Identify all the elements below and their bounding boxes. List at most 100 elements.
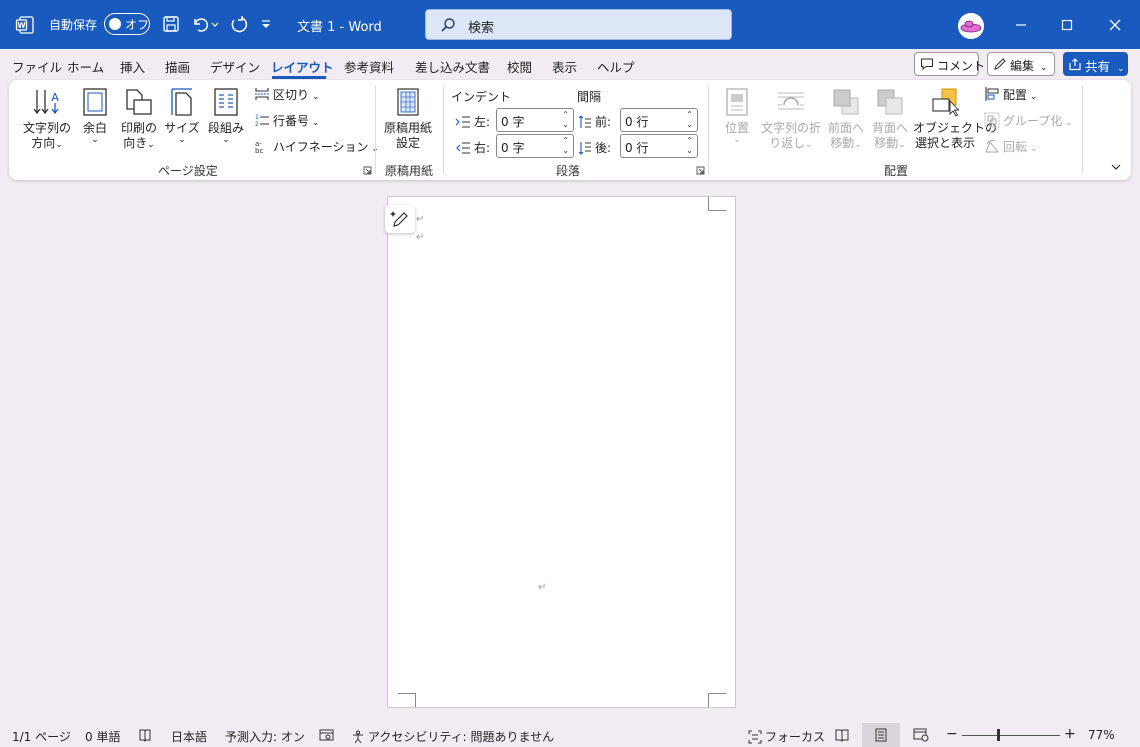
save-icon[interactable] bbox=[160, 13, 182, 35]
tab-view[interactable]: 表示 bbox=[552, 57, 577, 76]
share-button[interactable]: 共有 ⌄ bbox=[1063, 52, 1128, 76]
tab-review[interactable]: 校閲 bbox=[507, 57, 532, 76]
user-avatar[interactable] bbox=[958, 13, 984, 39]
indent-right-input[interactable]: 0 字 ⌃ ⌄ bbox=[496, 134, 574, 158]
zoom-slider-track[interactable] bbox=[962, 735, 1060, 736]
chevron-down-icon: ⌄ bbox=[805, 140, 813, 150]
autosave-toggle[interactable]: オフ bbox=[104, 13, 150, 35]
copilot-draft-button[interactable] bbox=[385, 205, 415, 233]
language[interactable]: 日本語 bbox=[171, 728, 207, 745]
selection-pane-button[interactable]: オブジェクトの 選択と表示 bbox=[913, 87, 997, 151]
spinner-arrows-icon[interactable]: ⌃ ⌄ bbox=[686, 110, 693, 130]
zoom-level[interactable]: 77% bbox=[1088, 728, 1115, 742]
proofing-book-icon[interactable] bbox=[138, 728, 152, 742]
web-layout-icon[interactable] bbox=[913, 728, 929, 742]
spacing-after-input[interactable]: 0 行 ⌃ ⌄ bbox=[620, 134, 698, 158]
bring-forward-icon bbox=[833, 89, 859, 115]
svg-text:1: 1 bbox=[255, 114, 259, 121]
group-objects-label: グループ化 bbox=[1003, 114, 1063, 128]
spinner-arrows-icon[interactable]: ⌃ ⌄ bbox=[562, 136, 569, 156]
read-mode-icon[interactable] bbox=[835, 728, 849, 742]
predictive-input-status[interactable]: 予測入力: オン bbox=[225, 728, 305, 745]
text-direction-button[interactable]: A 文字列の 方向⌄ bbox=[19, 87, 75, 153]
bring-forward-button[interactable]: 前面へ 移動⌄ bbox=[826, 87, 866, 153]
document-page[interactable]: ↵ ↵ ↵ bbox=[387, 196, 736, 708]
ribbon: A 文字列の 方向⌄ 余白 ⌄ 印刷の 向き⌄ サイズ ⌄ 段組み ⌄ 区切り … bbox=[9, 80, 1131, 180]
close-icon[interactable] bbox=[1104, 14, 1126, 36]
spacing-before-input[interactable]: 0 行 ⌃ ⌄ bbox=[620, 108, 698, 132]
chevron-down-icon: ⌄ bbox=[178, 135, 186, 145]
edit-mode-button[interactable]: 編集 ⌄ bbox=[987, 52, 1055, 76]
svg-text:2: 2 bbox=[255, 121, 259, 128]
chevron-down-icon: ⌄ bbox=[1039, 63, 1048, 73]
tab-file[interactable]: ファイル bbox=[12, 57, 62, 76]
genko-setup-button[interactable]: 原稿用紙 設定 bbox=[381, 87, 435, 151]
search-box[interactable]: 検索 bbox=[425, 9, 732, 40]
breaks-label: 区切り bbox=[273, 88, 310, 102]
maximize-icon[interactable] bbox=[1056, 14, 1078, 36]
print-layout-view-button[interactable] bbox=[862, 723, 900, 747]
chevron-down-icon: ⌄ bbox=[309, 118, 320, 128]
chevron-down-icon: ⌄ bbox=[898, 140, 906, 150]
wrap-text-button[interactable]: 文字列の折 り返し⌄ bbox=[760, 87, 822, 153]
group-objects-button[interactable]: グループ化 ⌄ bbox=[984, 112, 1073, 129]
accessibility-label: アクセシビリティ: 問題ありません bbox=[368, 730, 555, 744]
position-label: 位置 bbox=[724, 121, 749, 135]
send-backward-button[interactable]: 背面へ 移動⌄ bbox=[870, 87, 910, 153]
comment-button[interactable]: コメント bbox=[914, 52, 985, 76]
genko-setup-label-1: 原稿用紙 bbox=[383, 121, 432, 135]
text-direction-label-2: 方向 bbox=[31, 136, 56, 150]
tab-design[interactable]: デザイン bbox=[210, 57, 260, 76]
size-button[interactable]: サイズ ⌄ bbox=[164, 87, 200, 145]
chevron-down-icon: ⌄ bbox=[91, 135, 99, 145]
rotate-button[interactable]: 回転 ⌄ bbox=[984, 138, 1037, 155]
tab-home[interactable]: ホーム bbox=[67, 57, 104, 76]
tab-draw[interactable]: 描画 bbox=[165, 57, 190, 76]
accessibility-status[interactable]: アクセシビリティ: 問題ありません bbox=[351, 728, 554, 745]
dialog-launcher-icon[interactable] bbox=[696, 166, 705, 175]
hyphenation-button[interactable]: a- bc ハイフネーション ⌄ bbox=[254, 138, 379, 155]
page-count[interactable]: 1/1 ページ bbox=[12, 728, 71, 745]
columns-button[interactable]: 段組み ⌄ bbox=[206, 87, 246, 145]
tab-mailings[interactable]: 差し込み文書 bbox=[415, 57, 490, 76]
svg-text:A: A bbox=[51, 91, 59, 104]
minimize-icon[interactable] bbox=[1010, 14, 1032, 36]
zoom-slider-thumb[interactable] bbox=[997, 729, 1000, 741]
indent-right-label: 右: bbox=[455, 139, 490, 156]
indent-left-icon bbox=[455, 116, 470, 128]
zoom-out-icon[interactable]: − bbox=[946, 726, 958, 742]
page-size-icon bbox=[171, 88, 192, 116]
macro-icon[interactable] bbox=[319, 728, 335, 742]
undo-icon[interactable] bbox=[189, 13, 211, 35]
undo-dropdown-icon[interactable] bbox=[209, 13, 221, 35]
customize-toolbar-icon[interactable] bbox=[258, 13, 274, 35]
position-button[interactable]: 位置 ⌄ bbox=[717, 87, 757, 145]
active-tab-indicator bbox=[272, 76, 326, 79]
spinner-arrows-icon[interactable]: ⌃ ⌄ bbox=[686, 136, 693, 156]
line-numbers-button[interactable]: 1 2 行番号 ⌄ bbox=[254, 112, 319, 129]
margins-button[interactable]: 余白 ⌄ bbox=[77, 87, 113, 145]
focus-mode-button[interactable]: フォーカス bbox=[748, 728, 825, 745]
zoom-in-icon[interactable]: + bbox=[1064, 726, 1076, 742]
redo-icon[interactable] bbox=[227, 13, 249, 35]
svg-text:W: W bbox=[17, 21, 26, 30]
spacing-after-text: 後: bbox=[595, 141, 612, 155]
chevron-down-icon: ⌄ bbox=[147, 140, 155, 150]
word-app-icon[interactable]: W bbox=[15, 15, 35, 35]
tab-insert[interactable]: 挿入 bbox=[120, 57, 145, 76]
title-bar: W 自動保存 オフ 文書 1 - Word 検索 bbox=[0, 0, 1140, 49]
tab-references[interactable]: 参考資料 bbox=[344, 57, 394, 76]
indent-left-input[interactable]: 0 字 ⌃ ⌄ bbox=[496, 108, 574, 132]
word-count[interactable]: 0 単語 bbox=[85, 728, 120, 745]
toggle-label: オフ bbox=[125, 18, 150, 32]
genko-group-label: 原稿用紙 bbox=[385, 164, 434, 178]
breaks-button[interactable]: 区切り ⌄ bbox=[254, 86, 319, 103]
dialog-launcher-icon[interactable] bbox=[363, 166, 372, 175]
orientation-button[interactable]: 印刷の 向き⌄ bbox=[117, 87, 161, 153]
tab-layout[interactable]: レイアウト bbox=[271, 57, 334, 76]
ribbon-collapse-icon[interactable] bbox=[1110, 162, 1122, 172]
spinner-arrows-icon[interactable]: ⌃ ⌄ bbox=[562, 110, 569, 130]
indent-left-label: 左: bbox=[455, 113, 490, 130]
align-button[interactable]: 配置 ⌄ bbox=[984, 86, 1037, 103]
tab-help[interactable]: ヘルプ bbox=[597, 57, 635, 76]
